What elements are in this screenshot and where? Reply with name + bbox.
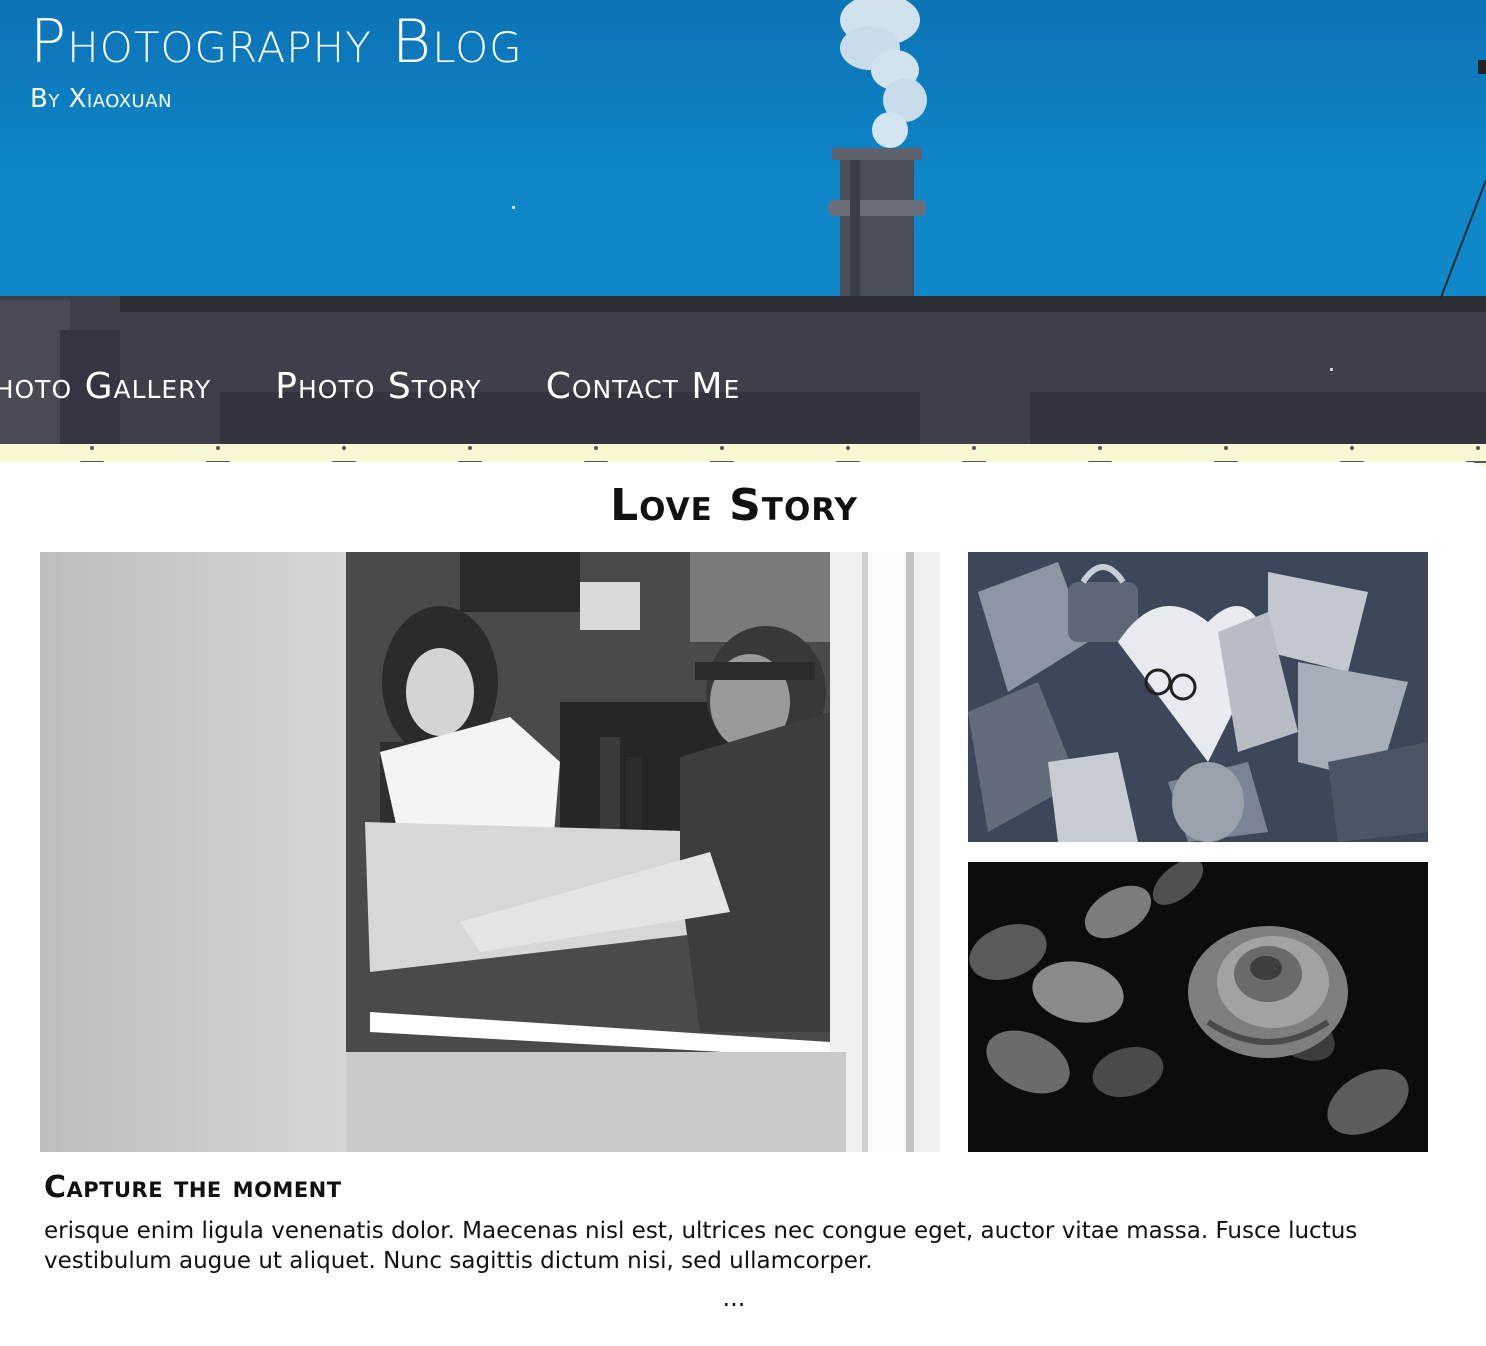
photo-love-locks[interactable] [968,552,1428,842]
post-body: erisque enim ligula venenatis dolor. Mae… [44,1218,1358,1274]
photo-rose[interactable] [968,862,1428,1152]
smoke [840,0,927,148]
site-title[interactable]: Photography Blog [30,6,523,78]
site-subtitle: By Xiaoxuan [30,84,173,114]
nav-item-photo-story[interactable]: Photo Story [275,366,481,407]
main-content: Love Story Capture the moment erisque en… [0,462,1486,1346]
nav-item-contact-me[interactable]: Contact Me [546,366,741,407]
read-more-ellipsis[interactable]: ... [0,1284,1468,1312]
section-title: Love Story [610,480,858,531]
main-nav: Photo Gallery Photo Story Contact Me [0,366,804,407]
post-title[interactable]: Capture the moment [44,1170,342,1205]
hero-header: Photography Blog By Xiaoxuan Photo Galle… [0,0,1486,444]
photo-couple-cafe[interactable] [40,552,940,1152]
nav-item-photo-gallery[interactable]: Photo Gallery [0,366,211,407]
